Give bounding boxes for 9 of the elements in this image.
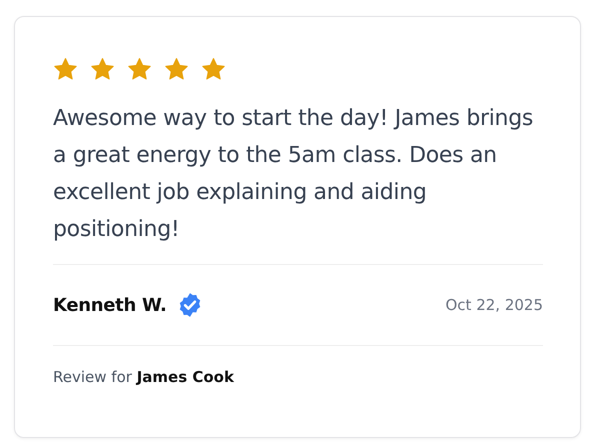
review-text: Awesome way to start the day! James brings a great energy to the 5am class. Does an excellent job explaining and aiding positioning! xyxy=(53,105,534,244)
star-icon xyxy=(90,57,115,82)
star-icon xyxy=(127,57,152,82)
star-icon xyxy=(164,57,189,82)
author-name: Kenneth W. xyxy=(53,294,167,316)
review-for-text: Review for James Cook xyxy=(53,368,234,386)
star-icon xyxy=(201,57,226,82)
review-date: Oct 22, 2025 xyxy=(446,296,543,314)
star-icon xyxy=(53,57,78,82)
